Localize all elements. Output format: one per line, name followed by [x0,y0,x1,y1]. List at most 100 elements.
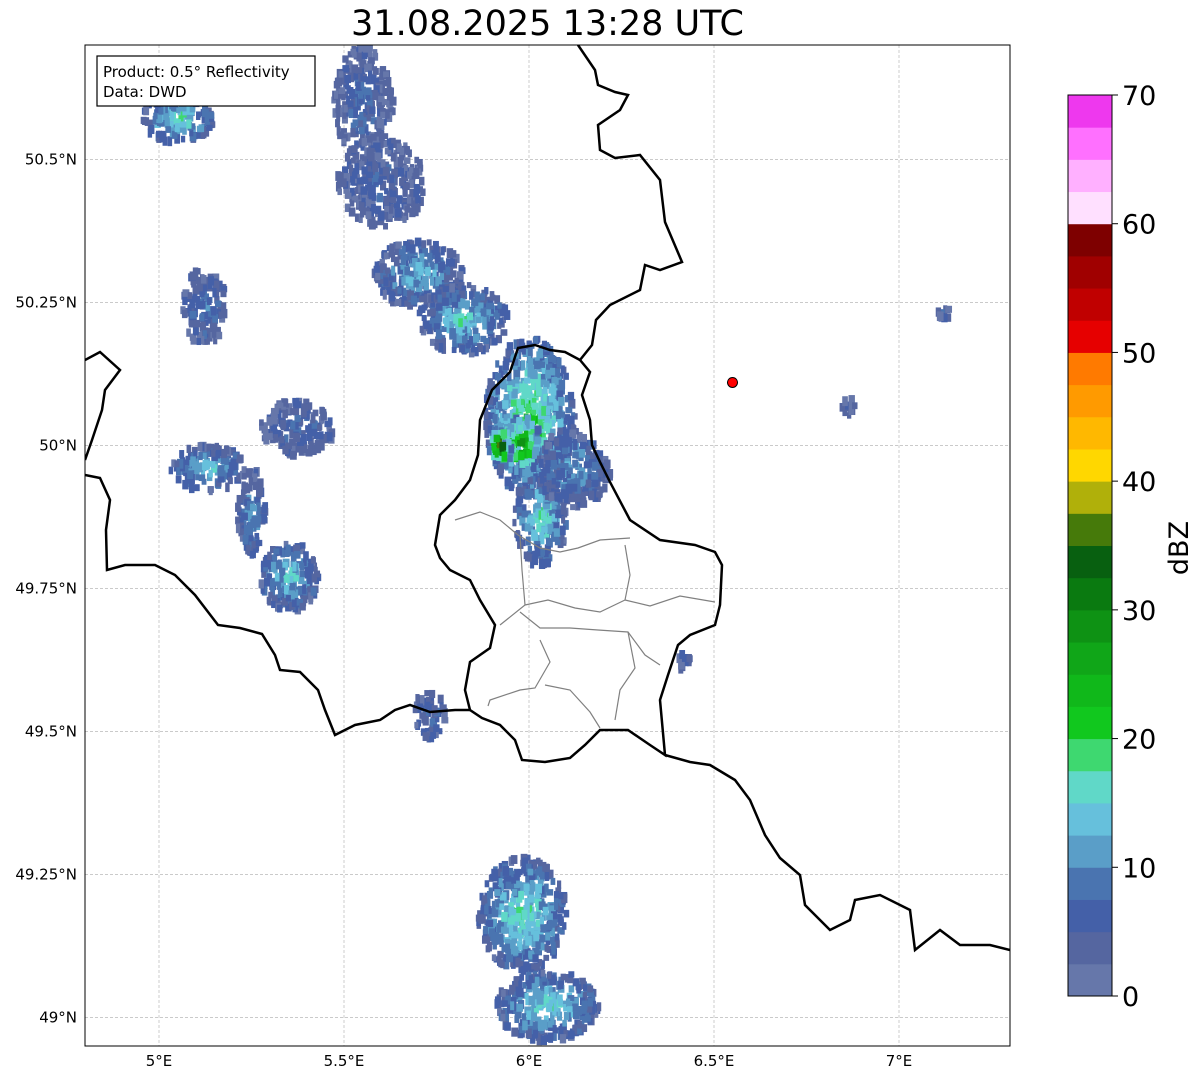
radar-echo-cell [580,479,585,487]
radar-echo-cell [530,518,535,526]
radar-echo-cell [360,186,368,195]
radar-echo-cell [542,485,547,496]
radar-echo-cell [343,104,348,113]
radar-echo-cell [347,100,354,108]
radar-echo-cell [440,246,445,256]
radar-echo-cell [355,81,361,91]
radar-echo-cell [341,138,347,145]
radar-echo-cell [190,337,198,345]
radar-echo-cell [372,49,378,58]
radar-echo-cell [356,177,364,185]
radar-echo-cell [414,237,422,247]
colorbar-segment [1068,674,1112,707]
radar-echo-cell [293,575,299,582]
radar-echo-cell [535,868,540,876]
radar-echo-cell [220,290,227,298]
radar-echo-cell [487,919,494,928]
lon-tick-label: 5.5°E [324,1052,365,1070]
radar-echo-cell [558,916,564,925]
radar-echo-cell [251,540,256,549]
colorbar-segment [1068,577,1112,611]
radar-echo-cell [359,209,365,218]
radar-echo-cell [250,550,256,559]
radar-echo-cell [590,452,595,459]
radar-echo-cell [532,1021,538,1030]
radar-echo-cell [404,205,410,213]
radar-echo-cell [519,460,526,468]
radar-echo-cell [550,941,556,950]
radar-echo-cell [512,518,517,527]
radar-echo-cell [302,584,307,594]
radar-echo-cell [510,1001,515,1011]
radar-echo-cell [509,984,515,995]
radar-echo-cell [557,427,563,435]
radar-echo-cell [326,432,333,442]
radar-echo-cell [572,459,578,468]
radar-echo-cell [495,360,500,368]
radar-echo-cell [447,307,452,315]
radar-echo-cell [292,561,297,572]
radar-echo-cell [538,559,546,570]
radar-echo-cell [523,929,529,936]
radar-echo-cell [384,188,389,195]
radar-echo-cell [482,895,488,904]
radar-echo-cell [380,263,387,270]
radar-echo-cell [424,701,431,710]
radar-echo-cell [336,126,341,136]
radar-echo-cell [466,312,474,321]
radar-echo-cell [364,88,372,96]
colorbar-segment [1068,867,1112,900]
radar-echo-cell [342,112,347,119]
radar-echo-cell [371,163,379,173]
radar-echo-cell [207,112,215,119]
radar-echo-cell [500,329,508,336]
radar-echo-cell [418,162,423,169]
radar-echo-cell [389,243,395,251]
radar-echo-cell [551,376,558,384]
radar-echo-cell [255,515,262,522]
radar-echo-cell [508,906,515,914]
radar-echo-cell [501,451,508,462]
radar-echo-cell [199,313,205,322]
radar-echo-cell [553,401,559,411]
radar-echo-cell [528,995,535,1006]
radar-echo-cell [410,295,417,305]
radar-echo-cell [424,690,431,697]
radar-echo-cell [547,1032,554,1040]
radar-echo-cell [445,258,452,267]
radar-echo-cell [404,266,411,276]
radar-echo-cell [220,470,226,478]
radar-echo-cell [289,428,294,439]
radar-echo-cell [545,538,552,546]
radar-echo-cell [250,519,257,528]
radar-echo-cell [413,189,420,198]
radar-echo-cell [491,337,498,346]
radar-echo-cell [299,602,306,611]
radar-echo-cell [277,604,283,613]
radar-echo-cell [293,432,301,443]
radar-echo-cell [532,446,540,456]
radar-echo-cell [273,434,279,442]
radar-echo-cell [368,220,376,230]
radar-echo-cell [294,401,302,409]
radar-echo-cell [194,484,200,492]
radar-echo-cell [437,694,444,704]
radar-echo-cell [429,718,434,726]
radar-echo-cell [581,492,586,499]
radar-echo-cell [336,113,341,122]
colorbar-segment [1068,223,1112,257]
radar-echo-cell [210,322,218,329]
radar-echo-cell [196,111,201,121]
radar-echo-cell [544,924,549,931]
colorbar-tick-label: 50 [1122,338,1156,369]
radar-echo-cell [348,108,354,119]
radar-echo-cell [501,944,508,953]
radar-echo-cell [502,866,510,876]
radar-echo-cell [570,504,577,511]
radar-echo-cell [294,414,301,423]
radar-echo-cell [568,415,575,425]
radar-echo-cell [540,924,545,933]
radar-echo-cell [303,551,309,561]
radar-echo-cell [527,369,534,379]
radar-echo-cell [318,431,324,440]
